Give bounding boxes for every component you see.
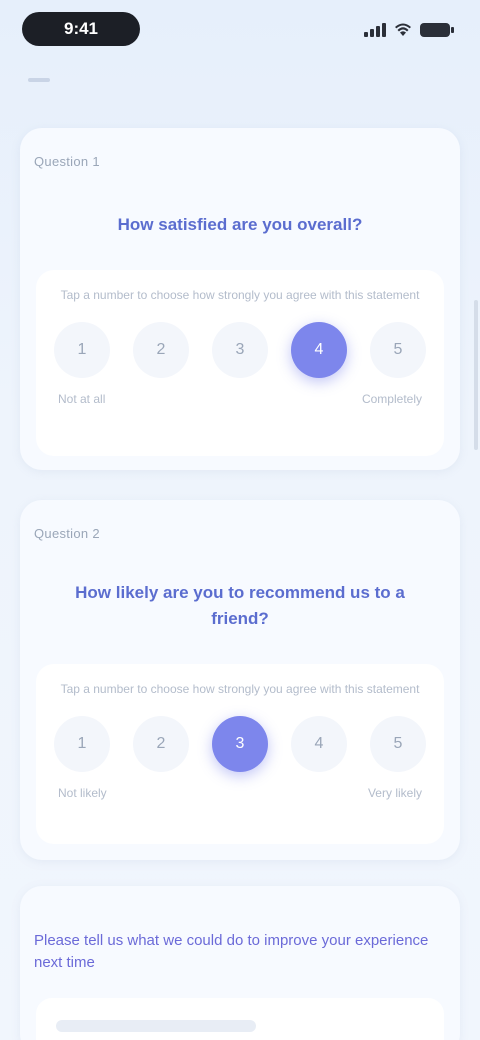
question-2-option-4[interactable]: 4 [291, 716, 347, 772]
question-2-scale-panel: Tap a number to choose how strongly you … [36, 664, 444, 844]
question-1-scale-ends: Not at all Completely [58, 392, 422, 406]
question-card-2: Question 2 How likely are you to recomme… [20, 500, 460, 860]
scrollbar[interactable] [474, 300, 478, 450]
question-2-hint: Tap a number to choose how strongly you … [60, 682, 420, 696]
question-2-scale-ends: Not likely Very likely [58, 786, 422, 800]
wifi-icon [395, 23, 411, 36]
answer-placeholder-line [56, 1020, 256, 1032]
question-2-high-label: Very likely [367, 786, 422, 800]
status-bar: 9:41 [0, 0, 480, 64]
battery-icon [420, 23, 454, 37]
question-1-option-3[interactable]: 3 [212, 322, 268, 378]
question-2-option-2[interactable]: 2 [133, 716, 189, 772]
question-1-label: Question 1 [34, 154, 100, 169]
question-2-scale: 1 2 3 4 5 [54, 716, 426, 772]
question-3-text: Please tell us what we could do to impro… [34, 932, 429, 971]
question-2-label: Question 2 [34, 526, 100, 541]
signal-icon [364, 23, 386, 37]
header-indicator [28, 78, 50, 82]
question-1-high-label: Completely [361, 392, 422, 406]
status-time: 9:41 [22, 12, 140, 46]
question-1-low-label: Not at all [58, 392, 106, 406]
question-1-scale: 1 2 3 4 5 [54, 322, 426, 378]
question-1-text: How satisfied are you overall? [117, 215, 363, 234]
question-1-hint: Tap a number to choose how strongly you … [60, 288, 420, 302]
question-2-option-3[interactable]: 3 [212, 716, 268, 772]
question-1-option-1[interactable]: 1 [54, 322, 110, 378]
app-screen: 9:41 Question 1 How satisfied are you ov… [0, 0, 480, 1040]
question-1-option-2[interactable]: 2 [133, 322, 189, 378]
question-2-text: How likely are you to recommend us to a … [75, 583, 405, 628]
question-1-scale-panel: Tap a number to choose how strongly you … [36, 270, 444, 456]
question-2-option-1[interactable]: 1 [54, 716, 110, 772]
status-icons [364, 20, 454, 40]
question-card-1: Question 1 How satisfied are you overall… [20, 128, 460, 470]
question-2-option-5[interactable]: 5 [370, 716, 426, 772]
question-1-option-4[interactable]: 4 [291, 322, 347, 378]
question-2-low-label: Not likely [58, 786, 107, 800]
question-1-option-5[interactable]: 5 [370, 322, 426, 378]
question-card-3: Please tell us what we could do to impro… [20, 886, 460, 1040]
question-3-answer-field[interactable] [36, 998, 444, 1040]
